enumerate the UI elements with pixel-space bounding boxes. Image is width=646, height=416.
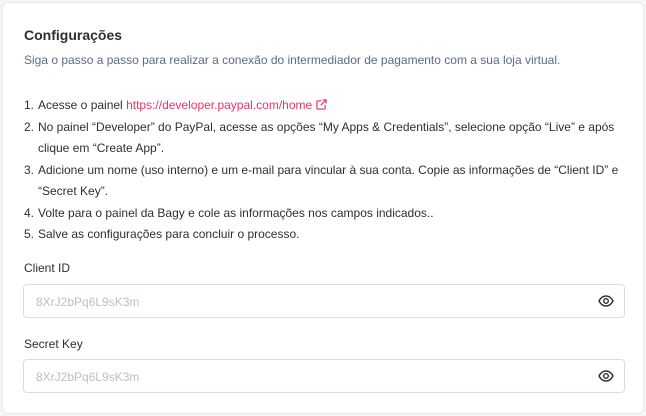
step-number: 2. [24, 119, 35, 134]
list-item: 5. Salve as configurações para concluir … [24, 224, 619, 246]
client-id-label: Client ID [24, 261, 71, 275]
step-number: 5. [24, 227, 35, 241]
steps-list: 1. Acesse o painel https://developer.pay… [24, 95, 619, 246]
step-text: Salve as configurações para concluir o p… [38, 227, 300, 241]
list-item: 3. Adicione um nome (uso interno) e um e… [24, 160, 619, 203]
step-text: Volte para o painel da Bagy e cole as in… [38, 205, 434, 220]
eye-icon[interactable] [598, 294, 614, 308]
list-item: 2. No painel “Developer” do PayPal, aces… [24, 117, 619, 160]
paypal-developer-link[interactable]: https://developer.paypal.com/home [126, 98, 312, 112]
eye-icon[interactable] [598, 369, 614, 383]
page-subtitle: Siga o passo a passo para realizar a con… [24, 53, 561, 67]
settings-card: Configurações Siga o passo a passo para … [2, 2, 644, 414]
external-link-icon[interactable] [316, 99, 327, 110]
step-text: Adicione um nome (uso interno) e um e-ma… [38, 162, 619, 199]
step-number: 3. [24, 162, 35, 177]
client-id-field-wrapper [23, 284, 625, 319]
step-number: 4. [24, 205, 35, 220]
client-id-input[interactable] [34, 285, 578, 319]
secret-key-input[interactable] [34, 360, 578, 394]
list-item: 4. Volte para o painel da Bagy e cole as… [24, 203, 619, 225]
list-item: 1. Acesse o painel https://developer.pay… [24, 95, 619, 117]
step-number: 1. [24, 98, 35, 112]
step-text: No painel “Developer” do PayPal, acesse … [38, 119, 615, 156]
step-text: Acesse o painel [38, 98, 127, 112]
secret-key-label: Secret Key [24, 337, 83, 351]
secret-key-field-wrapper [23, 359, 625, 394]
page-title: Configurações [24, 27, 123, 43]
